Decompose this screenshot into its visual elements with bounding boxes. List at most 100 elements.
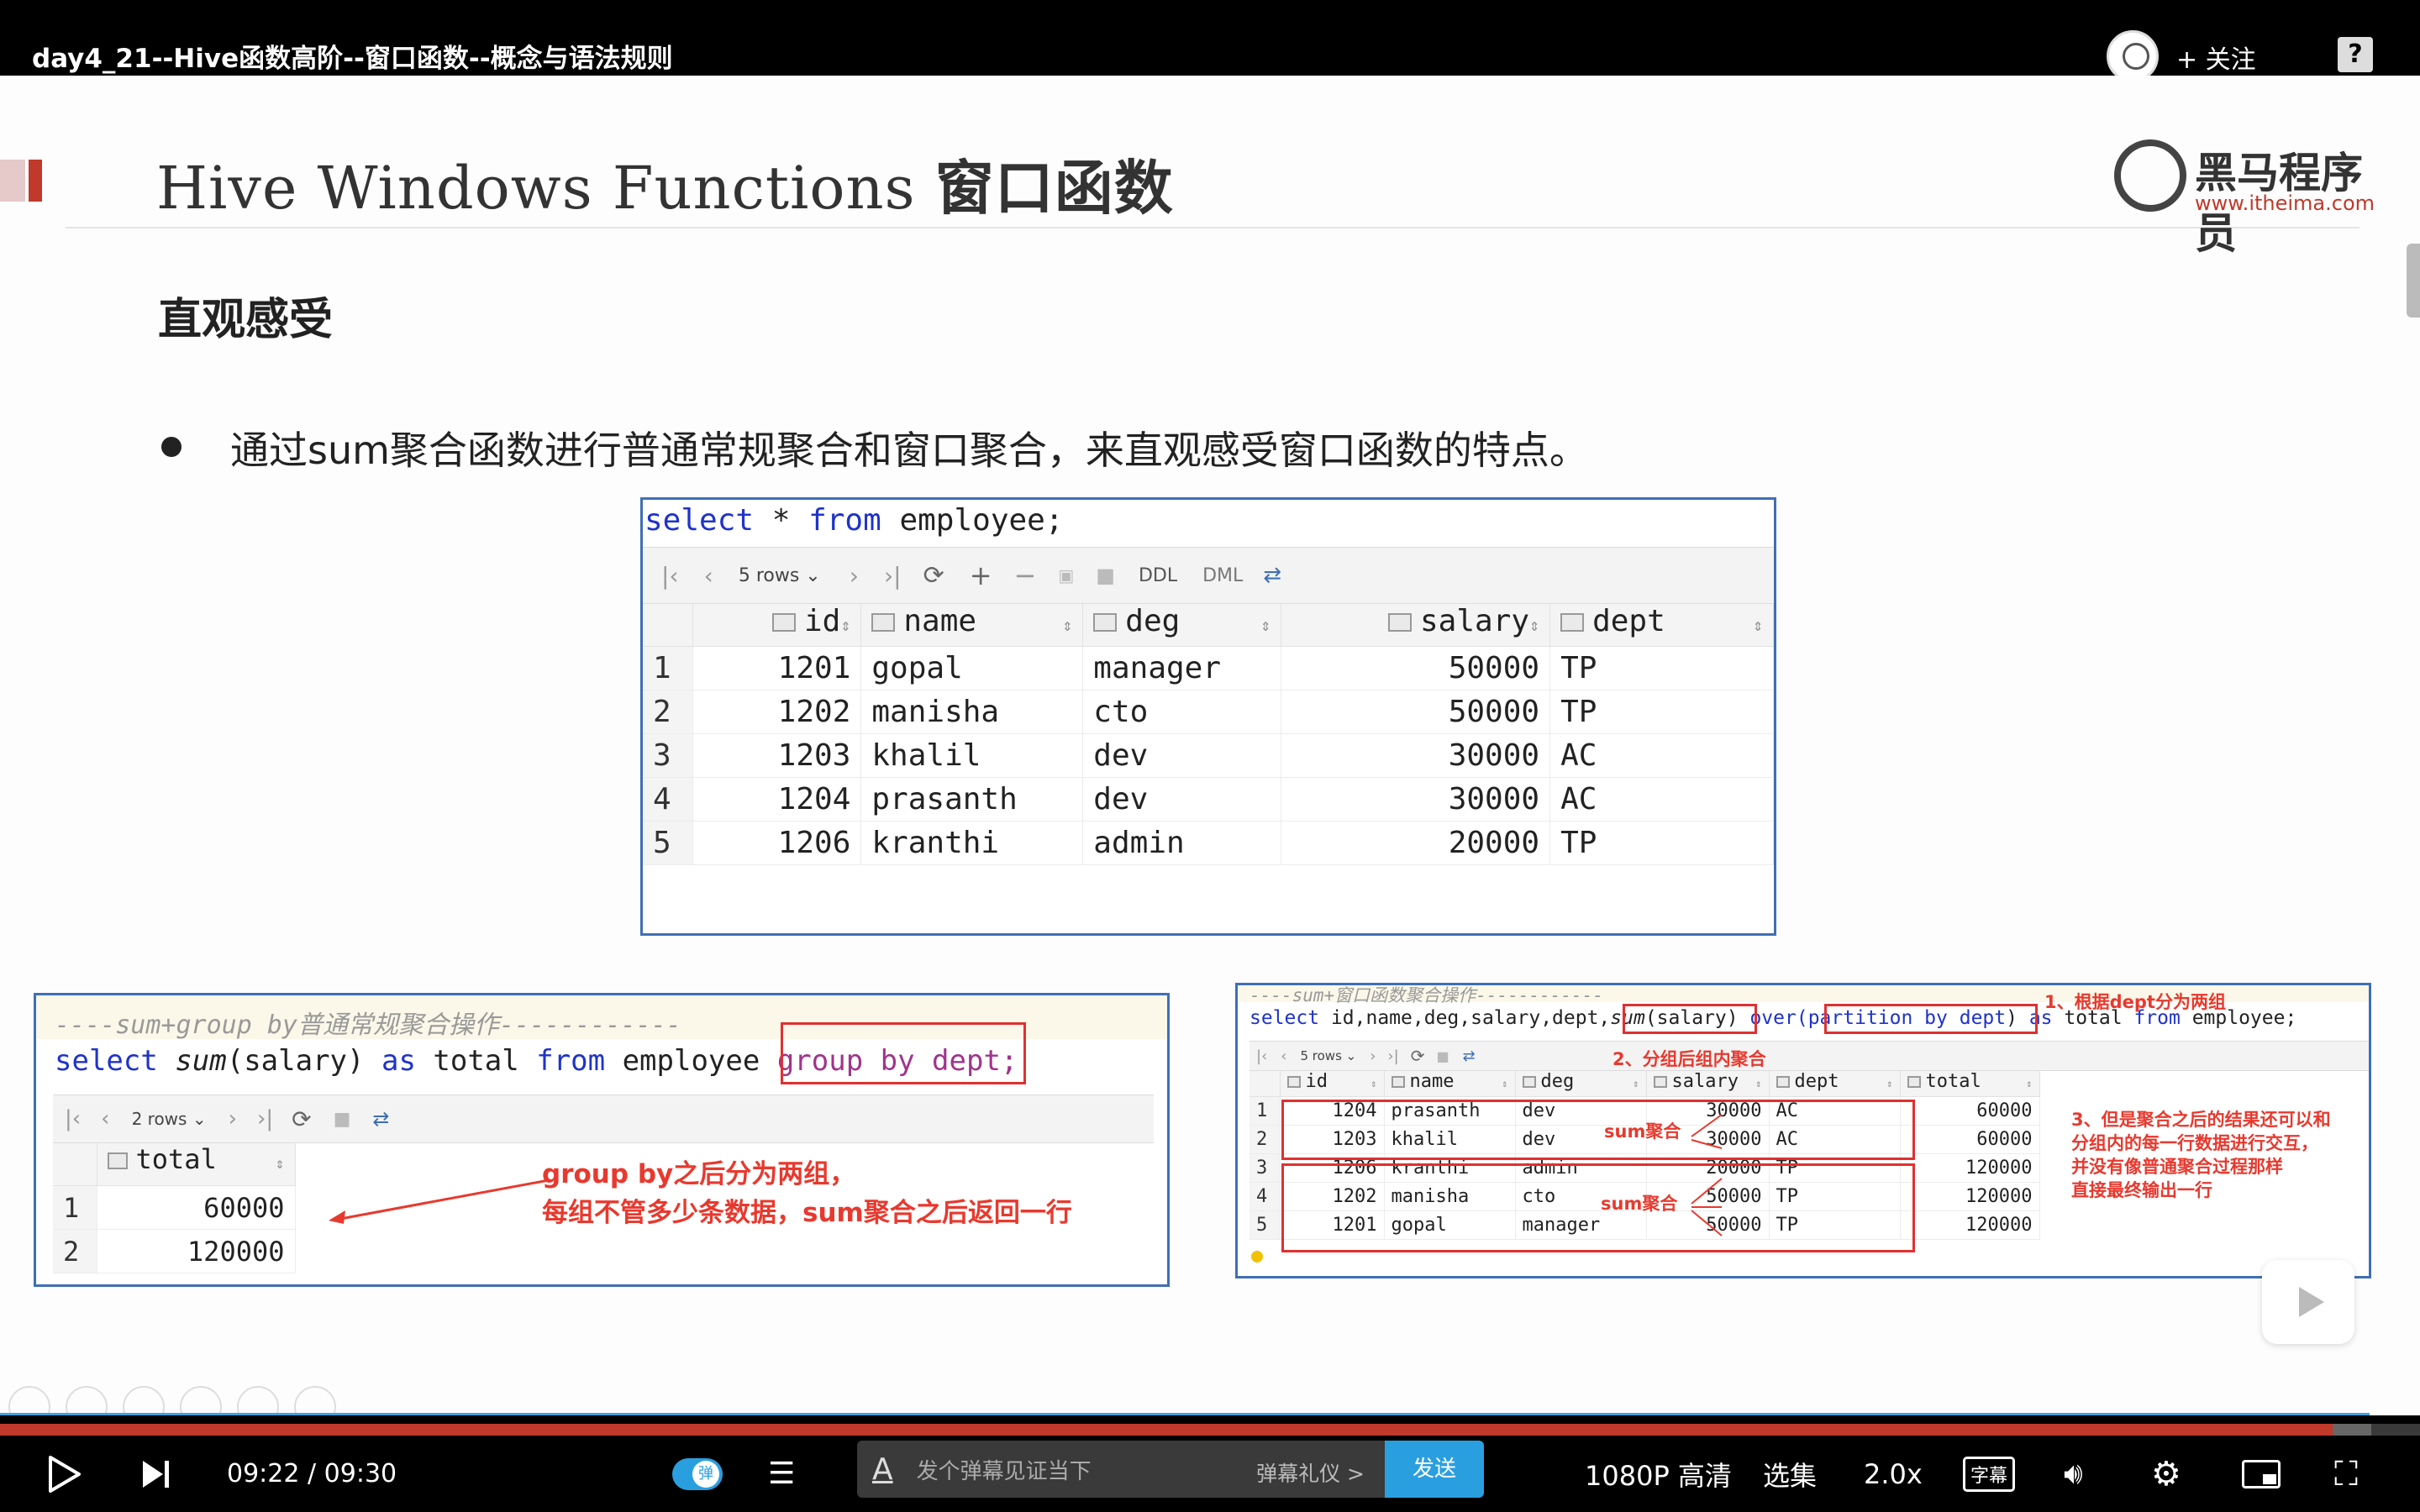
cell-dept[interactable]: TP (1549, 690, 1774, 734)
last-page-icon[interactable]: ›| (884, 562, 902, 590)
cell-salary[interactable]: 30000 (1281, 733, 1551, 778)
cell-deg[interactable]: admin (1082, 821, 1282, 865)
side-panel-handle[interactable] (2407, 244, 2420, 318)
next-episode-icon[interactable] (139, 1436, 173, 1512)
cell-deg[interactable]: dev (1082, 777, 1282, 822)
cell-dept[interactable]: TP (1549, 646, 1774, 690)
column-header[interactable]: dept ⇕ (1769, 1071, 1901, 1097)
cell-dept[interactable]: TP (1549, 821, 1774, 865)
column-header[interactable]: name ⇕ (1384, 1071, 1516, 1097)
column-header[interactable]: name ⇕ (860, 604, 1084, 647)
lightbulb-icon[interactable] (1251, 1251, 1263, 1263)
danmaku-switch[interactable] (672, 1457, 723, 1490)
prev-page-icon[interactable]: ‹ (704, 562, 713, 590)
commit-icon[interactable]: ▣ (1058, 565, 1074, 585)
sort-icon[interactable]: ⇕ (1633, 1071, 1639, 1096)
first-page-icon[interactable]: |‹ (1256, 1047, 1267, 1065)
cell-total[interactable]: 60000 (1900, 1125, 2040, 1154)
cell-name[interactable]: khalil (860, 733, 1084, 778)
floating-play-icon[interactable] (2262, 1260, 2354, 1344)
pin-tab-icon[interactable]: ⇄ (1263, 563, 1281, 588)
sort-icon[interactable]: ⇕ (1753, 604, 1763, 646)
next-page-icon[interactable]: › (850, 562, 859, 590)
cell-total[interactable]: 120000 (1900, 1210, 2040, 1240)
video-progress-bar[interactable] (0, 1424, 2420, 1436)
picture-in-picture-icon[interactable] (2242, 1436, 2281, 1512)
settings-gear-icon[interactable]: ⚙ (2151, 1436, 2181, 1512)
cell-deg[interactable]: dev (1082, 733, 1282, 778)
cell-name[interactable]: manisha (860, 690, 1084, 734)
table-row[interactable]: 1 1201 gopal manager 50000 TP (643, 646, 1774, 690)
rows-selector[interactable]: 2 rows ⌄ (132, 1109, 207, 1129)
refresh-icon[interactable]: ⟳ (292, 1105, 311, 1133)
column-header[interactable]: id ⇕ (1280, 1071, 1385, 1097)
next-page-icon[interactable]: › (1370, 1047, 1376, 1065)
cell-deg[interactable]: manager (1082, 646, 1282, 690)
cell-total[interactable]: 120000 (1900, 1182, 2040, 1211)
cell-name[interactable]: prasanth (860, 777, 1084, 822)
stop-icon[interactable]: ■ (334, 1109, 351, 1130)
column-header[interactable]: total ⇕ (97, 1143, 296, 1186)
cell-id[interactable]: 1204 (692, 777, 862, 822)
column-header[interactable]: salary ⇕ (1281, 604, 1551, 647)
sort-icon[interactable]: ⇕ (1529, 604, 1539, 646)
first-page-icon[interactable]: |‹ (661, 562, 679, 590)
cell-id[interactable]: 1201 (692, 646, 862, 690)
pin-tab-icon[interactable]: ⇄ (1463, 1047, 1476, 1065)
danmaku-input[interactable]: A 发个弹幕见证当下 弹幕礼仪 > (857, 1441, 1385, 1498)
next-page-icon[interactable]: › (229, 1106, 237, 1131)
episodes-button[interactable]: 选集 (1763, 1436, 1817, 1512)
speed-button[interactable]: 2.0x (1864, 1436, 1923, 1512)
column-header[interactable]: salary ⇕ (1646, 1071, 1770, 1097)
sort-icon[interactable]: ⇕ (2026, 1071, 2032, 1096)
sort-icon[interactable]: ⇕ (1502, 1071, 1507, 1096)
zoom-icon[interactable] (237, 1386, 279, 1415)
sort-icon[interactable]: ⇕ (1886, 1071, 1892, 1096)
cell-salary[interactable]: 50000 (1281, 690, 1551, 734)
cell-total[interactable]: 60000 (97, 1185, 296, 1230)
sort-icon[interactable]: ⇕ (1260, 604, 1270, 646)
last-page-icon[interactable]: ›| (1387, 1047, 1398, 1065)
quality-button[interactable]: 1080P 高清 (1585, 1436, 1732, 1512)
slides-grid-icon[interactable] (180, 1386, 222, 1415)
sort-icon[interactable]: ⇕ (1370, 1071, 1376, 1096)
remove-row-icon[interactable]: − (1014, 559, 1037, 591)
cell-salary[interactable]: 20000 (1281, 821, 1551, 865)
cell-salary[interactable]: 50000 (1281, 646, 1551, 690)
help-icon[interactable]: ? (2338, 37, 2373, 72)
sort-icon[interactable]: ⇕ (276, 1143, 285, 1185)
column-header[interactable]: deg ⇕ (1082, 604, 1282, 647)
first-page-icon[interactable]: |‹ (65, 1106, 81, 1131)
rows-selector[interactable]: 5 rows ⌄ (739, 565, 821, 586)
column-header[interactable]: dept ⇕ (1549, 604, 1774, 647)
sort-icon[interactable]: ⇕ (1755, 1071, 1761, 1096)
table-row[interactable]: 1 60000 (53, 1185, 296, 1230)
last-page-icon[interactable]: ›| (257, 1106, 273, 1131)
ddl-button[interactable]: DDL (1139, 565, 1177, 586)
subtitle-icon[interactable]: 字幕 (1963, 1436, 2016, 1512)
sort-icon[interactable]: ⇕ (1062, 604, 1072, 646)
send-danmaku-button[interactable]: 发送 (1385, 1441, 1484, 1498)
sort-icon[interactable]: ⇕ (840, 604, 850, 646)
prev-page-icon[interactable]: ‹ (1281, 1047, 1286, 1065)
cell-id[interactable]: 1202 (692, 690, 862, 734)
column-header[interactable]: id ⇕ (692, 604, 862, 647)
cell-id[interactable]: 1206 (692, 821, 862, 865)
column-header[interactable]: deg ⇕ (1515, 1071, 1647, 1097)
dml-button[interactable]: DML (1202, 565, 1243, 586)
danmaku-style-icon[interactable]: A (872, 1452, 893, 1487)
danmaku-settings-icon[interactable]: ☰ (768, 1436, 795, 1512)
column-header[interactable]: total ⇕ (1900, 1071, 2040, 1097)
follow-button[interactable]: + 关注 (2176, 39, 2256, 76)
table-row[interactable]: 4 1204 prasanth dev 30000 AC (643, 777, 1774, 822)
danmaku-etiquette-link[interactable]: 弹幕礼仪 > (1256, 1457, 1365, 1488)
table-row[interactable]: 2 1202 manisha cto 50000 TP (643, 690, 1774, 734)
stop-icon[interactable]: ■ (1096, 564, 1115, 587)
play-icon[interactable] (47, 1436, 81, 1512)
cell-salary[interactable]: 30000 (1281, 777, 1551, 822)
cell-total[interactable]: 60000 (1900, 1096, 2040, 1126)
stop-icon[interactable]: ■ (1436, 1048, 1449, 1064)
cell-name[interactable]: kranthi (860, 821, 1084, 865)
uploader-avatar[interactable] (2107, 30, 2159, 82)
more-icon[interactable] (294, 1386, 336, 1415)
